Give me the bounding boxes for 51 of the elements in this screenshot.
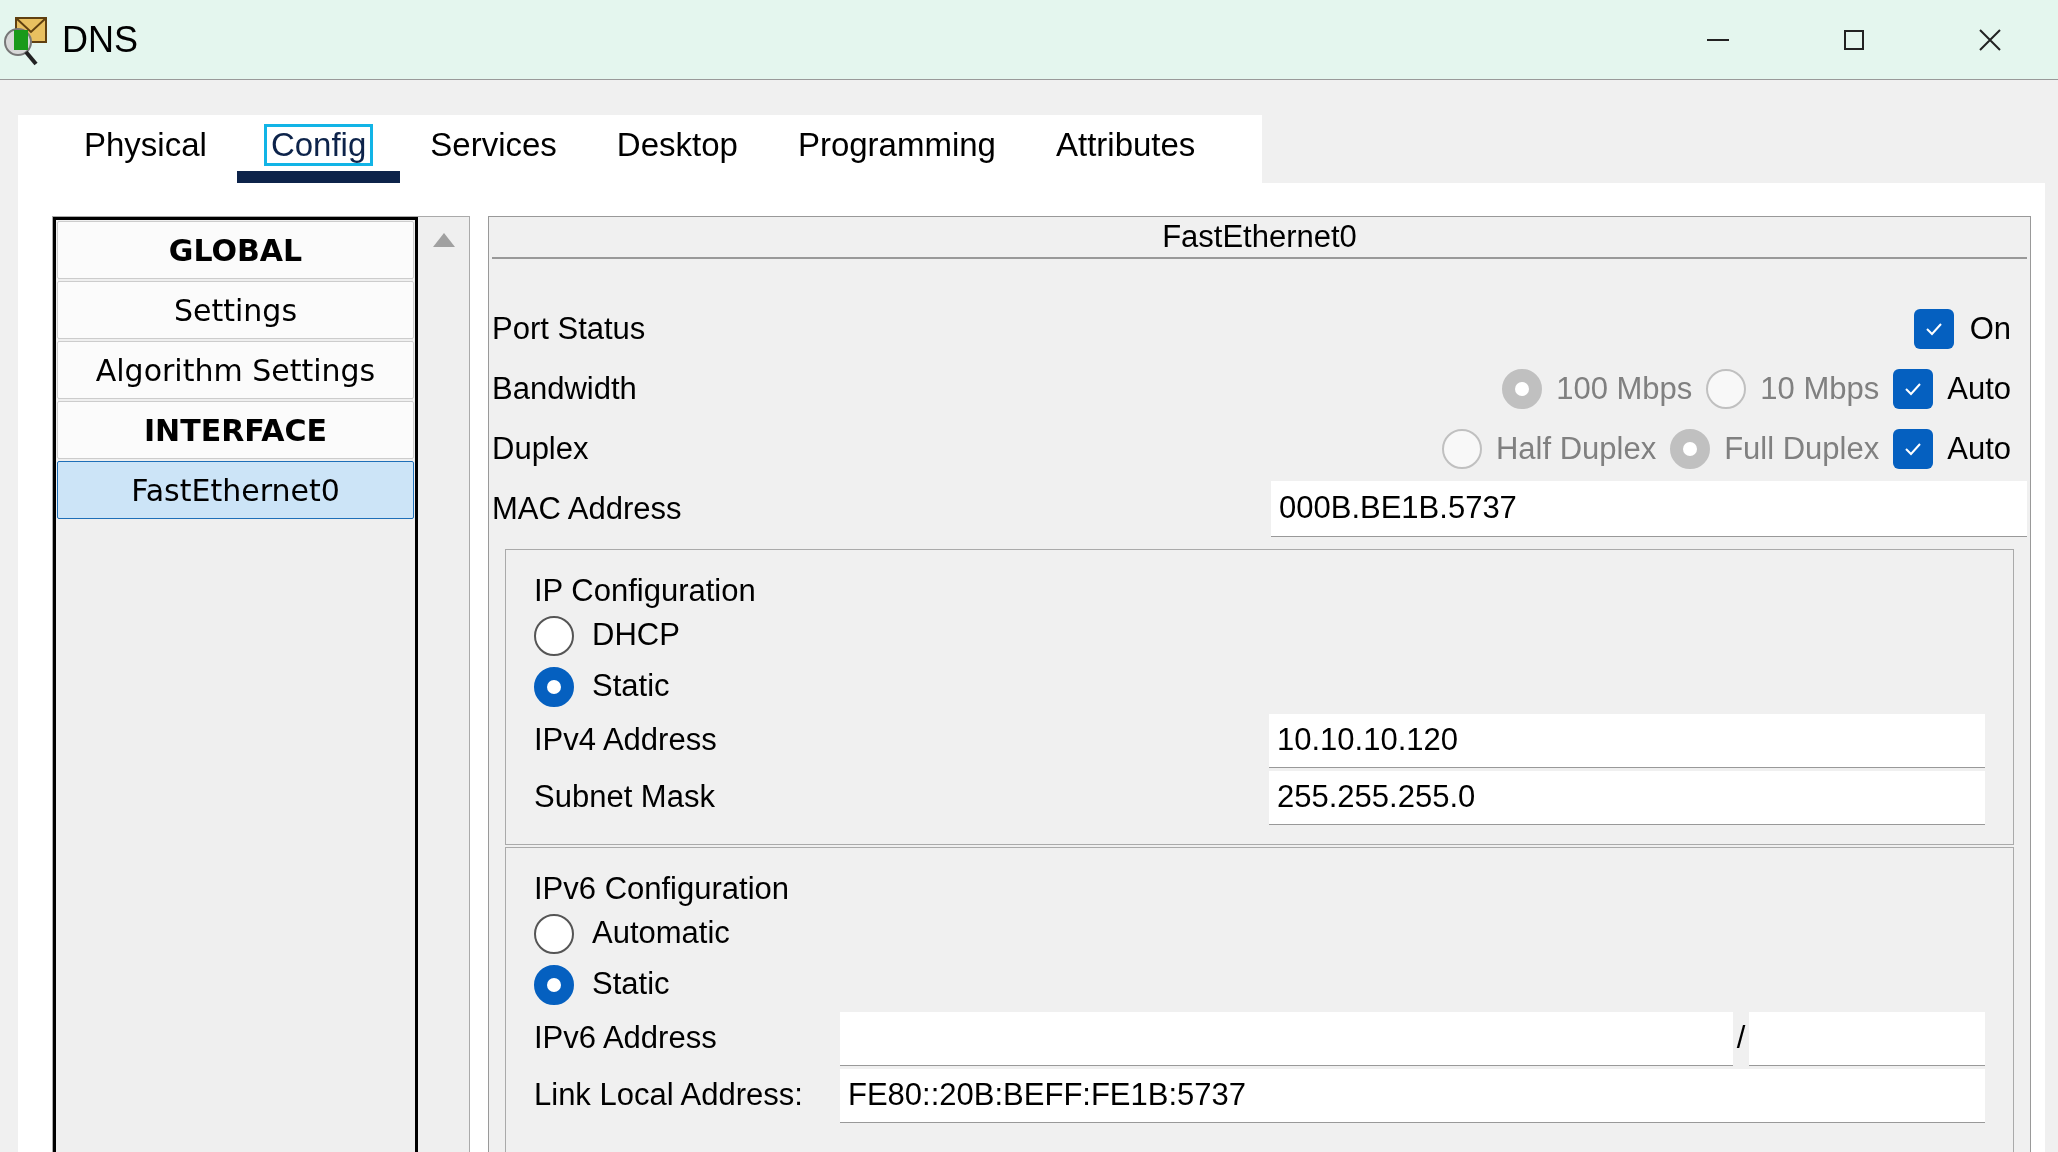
field-label: IPv6 Address	[534, 1019, 717, 1058]
panel-title: FastEthernet0	[492, 217, 2027, 259]
field-label: MAC Address	[492, 489, 682, 528]
link-local-address-field[interactable]: FE80::20B:BEFF:FE1B:5737	[840, 1068, 1985, 1123]
option-label: Full Duplex	[1724, 429, 1880, 468]
sidebar-item[interactable]: Settings	[57, 281, 414, 339]
radio-button[interactable]	[534, 913, 574, 954]
group-title: IPv6 Configuration	[534, 870, 791, 908]
field-label: Port Status	[492, 309, 646, 348]
input-field[interactable]: 10.10.10.120	[1269, 713, 1985, 768]
checkbox[interactable]	[1893, 369, 1934, 409]
field-label: Duplex	[492, 429, 589, 468]
field-label: IPv4 Address	[534, 721, 717, 760]
option-label: DHCP	[592, 616, 680, 655]
mac-address-field[interactable]: 000B.BE1B.5737	[1271, 481, 2027, 537]
prefix-separator: /	[1735, 1019, 1747, 1058]
option-label: Static	[592, 965, 670, 1004]
group-title: IP Configuration	[534, 572, 757, 610]
option-label: Auto	[1947, 369, 2011, 408]
sidebar-header: GLOBAL	[57, 221, 414, 279]
option-label: Half Duplex	[1495, 429, 1657, 468]
option-label: 100 Mbps	[1556, 369, 1693, 408]
field-label: Link Local Address:	[534, 1076, 803, 1115]
option-label: Automatic	[592, 914, 730, 953]
field-label: Bandwidth	[492, 369, 637, 408]
sidebar-item[interactable]: Algorithm Settings	[57, 341, 414, 399]
checkbox[interactable]	[1913, 309, 1954, 349]
option-label: On	[1969, 309, 2011, 348]
checkbox[interactable]	[1893, 429, 1934, 469]
sidebar-header: INTERFACE	[57, 401, 414, 459]
tab[interactable]: Desktop	[586, 115, 768, 183]
ipv6-address-field[interactable]	[840, 1011, 1733, 1066]
field-label: Subnet Mask	[534, 778, 715, 817]
tab[interactable]: Physical	[54, 115, 237, 183]
window-title: DNS	[62, 17, 138, 62]
option-label: 10 Mbps	[1760, 369, 1880, 408]
radio-button[interactable]	[534, 666, 574, 707]
sidebar-item[interactable]: FastEthernet0	[57, 461, 414, 519]
radio-button[interactable]	[534, 615, 574, 656]
prefix-length-field[interactable]	[1749, 1011, 1985, 1066]
tab[interactable]: Attributes	[1025, 115, 1226, 183]
option-label: Auto	[1947, 429, 2011, 468]
tab[interactable]: Services	[400, 115, 587, 183]
radio-button[interactable]	[534, 964, 574, 1005]
minimize-icon	[1707, 38, 1729, 41]
maximize-icon	[1844, 29, 1864, 50]
option-label: Static	[592, 667, 670, 706]
tab[interactable]: Programming	[767, 115, 1026, 183]
input-field[interactable]: 255.255.255.0	[1269, 770, 1985, 825]
close-icon	[1979, 28, 2001, 51]
scroll-up-arrow-icon[interactable]	[432, 233, 455, 247]
